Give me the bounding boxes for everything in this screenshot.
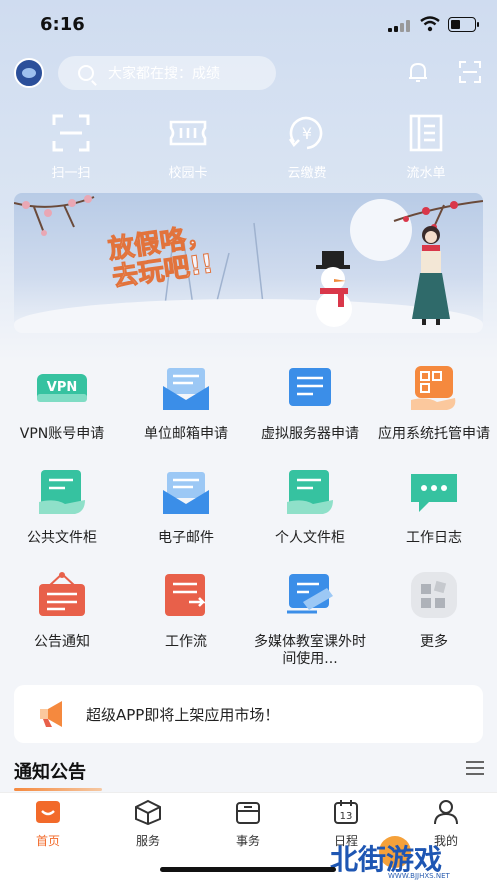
announcement-banner[interactable]: 超级APP即将上架应用市场！	[14, 685, 483, 743]
mailbox-icon	[163, 368, 209, 410]
app-work-log[interactable]: 工作日志	[372, 468, 496, 547]
search-placeholder: 大家都在搜：成绩	[108, 66, 220, 82]
app-unit-mailbox[interactable]: 单位邮箱申请	[124, 364, 248, 443]
app-unit-mailbox-label: 单位邮箱申请	[144, 426, 228, 442]
announcement-text: 超级APP即将上架应用市场！	[86, 706, 280, 724]
girl-illustration	[412, 226, 450, 325]
tab-service[interactable]: 服务	[108, 799, 188, 849]
app-work-log-label: 工作日志	[406, 530, 462, 546]
app-vpn-account-label: VPN账号申请	[19, 426, 105, 442]
home-icon	[36, 801, 60, 823]
app-hosting-icon	[411, 366, 456, 410]
workflow-icon	[165, 574, 207, 616]
quick-campus-card[interactable]: 校园卡	[143, 112, 233, 181]
app-personal-file-cabinet[interactable]: 个人文件柜	[248, 468, 372, 547]
quick-campus-card-label: 校园卡	[168, 166, 208, 181]
app-system-hosting-label: 应用系统托管申请	[378, 426, 490, 442]
work-log-icon	[411, 474, 457, 512]
scan-icon	[52, 114, 90, 152]
app-public-file-cabinet[interactable]: 公共文件柜	[0, 468, 124, 547]
watermark-logo: 北街游戏 WWW.BJJHXS.NET	[330, 832, 490, 882]
app-virtual-server[interactable]: 虚拟服务器申请	[248, 364, 372, 443]
app-multimedia-classroom-label: 多媒体教室课外时间使用...	[254, 634, 366, 667]
quick-scan[interactable]: 扫一扫	[26, 112, 116, 181]
app-workflow[interactable]: 工作流	[124, 572, 248, 651]
status-time: 6:16	[40, 14, 85, 35]
multimedia-classroom-icon	[287, 574, 333, 614]
search-icon	[78, 65, 94, 81]
app-multimedia-classroom[interactable]: 多媒体教室课外时间使用...	[248, 572, 372, 668]
battery-icon	[448, 17, 479, 32]
app-vpn-account[interactable]: VPN VPN账号申请	[0, 364, 124, 443]
svg-text:¥: ¥	[302, 124, 312, 143]
quick-statement[interactable]: 流水单	[381, 112, 471, 181]
tab-affairs[interactable]: 事务	[208, 799, 288, 849]
bell-icon[interactable]	[406, 60, 430, 84]
app-virtual-server-label: 虚拟服务器申请	[261, 426, 359, 442]
status-bar: 6:16	[0, 0, 497, 50]
tab-home[interactable]: 首页	[8, 799, 88, 849]
home-indicator	[160, 867, 336, 872]
app-system-hosting[interactable]: 应用系统托管申请	[372, 364, 496, 443]
app-more[interactable]: 更多	[372, 572, 496, 651]
section-title-underline	[14, 788, 102, 791]
wifi-icon	[420, 16, 440, 32]
snowman-illustration	[316, 251, 352, 327]
quick-statement-label: 流水单	[406, 166, 446, 181]
school-logo[interactable]	[14, 58, 44, 88]
list-menu-icon[interactable]	[466, 761, 484, 775]
svg-text:13: 13	[340, 811, 353, 822]
service-cube-icon	[135, 799, 161, 826]
public-file-icon	[39, 470, 85, 514]
calendar-icon: 13	[334, 800, 358, 824]
svg-text:VPN: VPN	[47, 380, 77, 395]
tab-home-label: 首页	[35, 834, 60, 848]
email-icon	[163, 472, 209, 514]
announcement-icon	[39, 572, 85, 616]
holiday-banner[interactable]: 放假咯， 去玩吧!!	[14, 193, 483, 333]
vpn-icon: VPN	[37, 374, 87, 402]
tab-service-label: 服务	[135, 834, 160, 848]
quick-cloud-payment[interactable]: ¥ 云缴费	[262, 112, 352, 181]
watermark-subtext: WWW.BJJHXS.NET	[388, 872, 450, 880]
quick-actions: 扫一扫 校园卡 ¥ 云缴费 流水单	[0, 112, 497, 182]
search-bar[interactable]: 大家都在搜：成绩	[58, 56, 276, 90]
app-personal-file-cabinet-label: 个人文件柜	[275, 530, 345, 546]
quick-scan-label: 扫一扫	[51, 166, 91, 181]
affairs-icon	[236, 802, 260, 824]
statement-icon	[409, 114, 443, 152]
megaphone-icon	[40, 701, 62, 727]
more-icon	[411, 572, 457, 618]
app-workflow-label: 工作流	[165, 634, 207, 650]
scan-icon[interactable]	[458, 60, 482, 84]
tab-affairs-label: 事务	[235, 834, 260, 848]
app-email-label: 电子邮件	[158, 530, 214, 546]
campus-card-icon	[169, 120, 207, 146]
section-title-notices: 通知公告	[14, 762, 86, 783]
app-email[interactable]: 电子邮件	[124, 468, 248, 547]
virtual-server-icon	[289, 368, 331, 406]
quick-cloud-payment-label: 云缴费	[287, 166, 327, 181]
app-announcement-label: 公告通知	[34, 634, 90, 650]
personal-file-icon	[287, 470, 333, 514]
app-announcement[interactable]: 公告通知	[0, 572, 124, 651]
profile-icon	[434, 800, 458, 825]
app-more-label: 更多	[420, 634, 448, 650]
yuan-payment-icon: ¥	[288, 116, 323, 150]
cellular-signal-icon	[388, 20, 412, 32]
app-public-file-cabinet-label: 公共文件柜	[27, 530, 97, 546]
